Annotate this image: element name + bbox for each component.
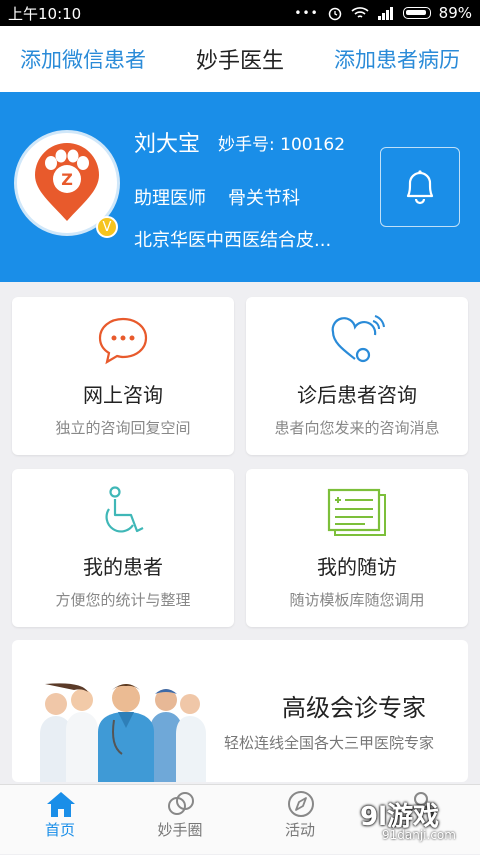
top-header: 添加微信患者 妙手医生 添加患者病历 [0,26,480,92]
my-follow-up-card[interactable]: 我的随访 随访模板库随您调用 [246,469,468,627]
status-icons: ••• 89% [294,4,472,22]
notification-dots: ••• [294,6,319,20]
doctors-group-illustration [40,683,206,782]
status-bar: 上午10:10 ••• 89% [0,0,480,26]
doctor-id: 妙手号: 100162 [218,135,346,155]
medical-record-icon [327,488,386,536]
nav-activity[interactable]: 活动 [240,785,360,855]
add-patient-record-link[interactable]: 添加患者病历 [334,44,460,74]
card-title: 网上咨询 [83,383,163,407]
circles-icon [168,792,194,815]
nav-label: 活动 [284,821,315,839]
card-subtitle: 独立的咨询回复空间 [55,419,191,437]
nav-label: 首页 [44,821,75,839]
alarm-icon [328,7,341,21]
nav-home[interactable]: 首页 [0,785,120,855]
site-watermark: 9l游戏 91danji.com [360,796,472,846]
expert-consult-banner[interactable]: 高级会诊专家 轻松连线全国各大三甲医院专家 [12,640,468,782]
card-title: 我的随访 [317,555,397,579]
add-wechat-patient-link[interactable]: 添加微信患者 [20,44,146,74]
doctor-name: 刘大宝 [134,132,201,157]
avatar-letter: Z [61,170,73,189]
doctor-role: 助理医师 [134,188,206,209]
compass-icon [288,791,314,817]
battery-icon [402,7,431,19]
card-title: 诊后患者咨询 [297,383,417,407]
card-title: 我的患者 [83,555,163,579]
doctor-profile-banner[interactable]: Z V 刘大宝 妙手号: 100162 助理医师 骨关节科 北京华医中西医结合皮… [0,92,480,282]
heart-signal-icon [331,315,385,363]
battery-percent: 89% [438,4,472,22]
paw-logo-icon: Z [35,143,99,221]
wheelchair-icon [105,486,144,533]
signal-icon [377,7,393,20]
card-subtitle: 患者向您发来的咨询消息 [274,419,440,437]
nav-label: 妙手圈 [157,821,203,839]
app-title: 妙手医生 [195,49,284,74]
card-subtitle: 随访模板库随您调用 [289,591,425,609]
banner-subtitle: 轻松连线全国各大三甲医院专家 [224,734,435,752]
chat-bubble-icon [98,317,148,365]
my-patients-card[interactable]: 我的患者 方便您的统计与整理 [12,469,234,627]
card-subtitle: 方便您的统计与整理 [55,591,191,609]
wifi-icon [351,7,369,18]
home-icon [47,792,75,817]
doctor-department: 骨关节科 [228,188,300,209]
status-time: 上午10:10 [8,4,82,23]
online-consult-card[interactable]: 网上咨询 独立的咨询回复空间 [12,297,234,455]
nav-circle[interactable]: 妙手圈 [120,785,240,855]
watermark-url: 91danji.com [382,828,456,842]
notification-button[interactable] [380,147,460,227]
doctor-hospital: 北京华医中西医结合皮... [134,230,332,251]
verified-badge: V [96,216,118,238]
post-visit-consult-card[interactable]: 诊后患者咨询 患者向您发来的咨询消息 [246,297,468,455]
bell-icon [406,170,434,205]
banner-title: 高级会诊专家 [282,694,426,722]
